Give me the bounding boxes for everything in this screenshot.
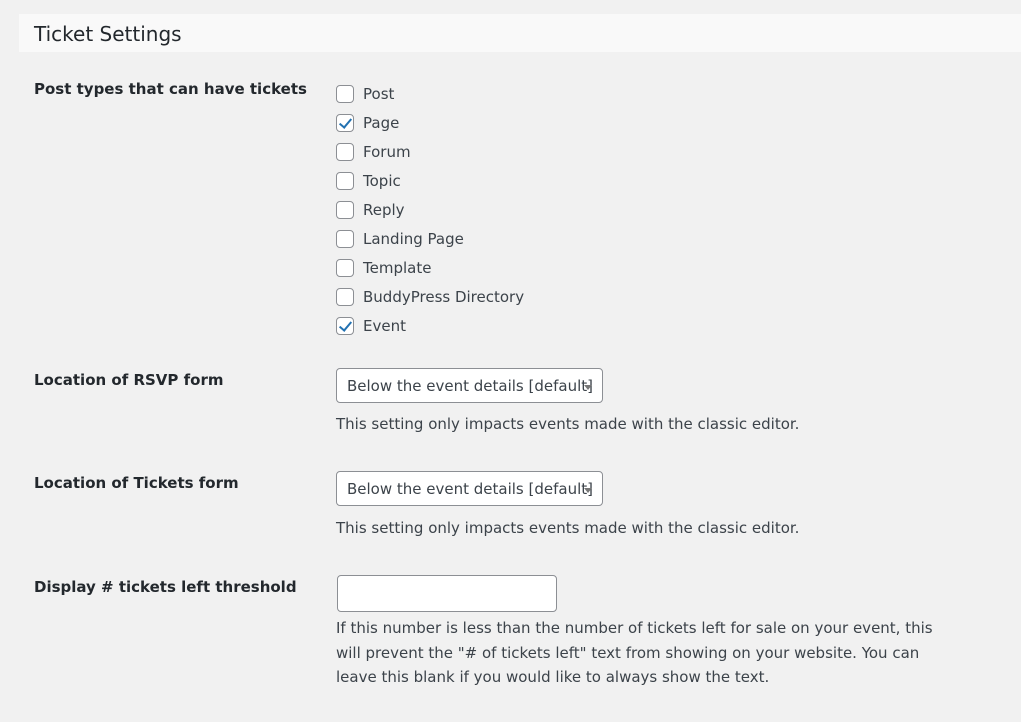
section-header: Ticket Settings bbox=[19, 14, 1021, 52]
checkbox-reply[interactable] bbox=[336, 200, 354, 219]
checkbox-label-page: Page bbox=[363, 113, 400, 132]
tickets-left-threshold-description-line: will prevent the "# of tickets left" tex… bbox=[336, 643, 920, 662]
rsvp-location-select[interactable]: Below the event details [default] bbox=[336, 368, 603, 403]
tickets-location-selected-value: Below the event details [default] bbox=[347, 480, 593, 498]
checkbox-item-landing-page[interactable]: Landing Page bbox=[336, 224, 524, 253]
post-types-checkbox-list: Post Page Forum Topic Reply Landing Page… bbox=[336, 79, 524, 340]
checkbox-item-buddypress-directory[interactable]: BuddyPress Directory bbox=[336, 282, 524, 311]
tickets-left-threshold-description: If this number is less than the number o… bbox=[336, 616, 933, 690]
checkbox-label-topic: Topic bbox=[363, 171, 401, 190]
rsvp-location-label: Location of RSVP form bbox=[34, 371, 224, 389]
checkbox-forum[interactable] bbox=[336, 142, 354, 161]
tickets-left-threshold-description-line: leave this blank if you would like to al… bbox=[336, 668, 770, 686]
checkbox-label-template: Template bbox=[363, 258, 432, 277]
checkbox-item-event[interactable]: Event bbox=[336, 311, 524, 340]
checkbox-item-post[interactable]: Post bbox=[336, 79, 524, 108]
checkbox-item-topic[interactable]: Topic bbox=[336, 166, 524, 195]
tickets-left-threshold-input[interactable] bbox=[337, 575, 557, 612]
checkbox-event[interactable] bbox=[336, 316, 354, 335]
rsvp-location-description: This setting only impacts events made wi… bbox=[336, 415, 800, 433]
checkbox-buddypress-directory[interactable] bbox=[336, 287, 354, 306]
tickets-location-select[interactable]: Below the event details [default] bbox=[336, 471, 603, 506]
rsvp-location-selected-value: Below the event details [default] bbox=[347, 377, 593, 395]
checkbox-post[interactable] bbox=[336, 84, 354, 103]
checkbox-page[interactable] bbox=[336, 113, 354, 132]
checkbox-label-post: Post bbox=[363, 84, 395, 103]
tickets-left-threshold-label: Display # tickets left threshold bbox=[34, 578, 297, 596]
checkbox-label-landing-page: Landing Page bbox=[363, 229, 464, 248]
checkbox-landing-page[interactable] bbox=[336, 229, 354, 248]
tickets-location-label: Location of Tickets form bbox=[34, 474, 239, 492]
checkbox-topic[interactable] bbox=[336, 171, 354, 190]
chevron-down-icon bbox=[584, 385, 592, 390]
checkbox-label-reply: Reply bbox=[363, 200, 405, 219]
post-types-label: Post types that can have tickets bbox=[34, 80, 307, 98]
checkbox-label-buddypress-directory: BuddyPress Directory bbox=[363, 287, 525, 306]
checkbox-label-event: Event bbox=[363, 316, 406, 335]
tickets-left-threshold-description-line: If this number is less than the number o… bbox=[336, 619, 933, 637]
checkbox-label-forum: Forum bbox=[363, 142, 411, 161]
checkbox-template[interactable] bbox=[336, 258, 354, 277]
checkbox-item-page[interactable]: Page bbox=[336, 108, 524, 137]
section-title: Ticket Settings bbox=[34, 22, 182, 46]
chevron-down-icon bbox=[584, 488, 592, 493]
checkbox-item-forum[interactable]: Forum bbox=[336, 137, 524, 166]
checkbox-item-template[interactable]: Template bbox=[336, 253, 524, 282]
tickets-location-description: This setting only impacts events made wi… bbox=[336, 519, 800, 537]
checkbox-item-reply[interactable]: Reply bbox=[336, 195, 524, 224]
